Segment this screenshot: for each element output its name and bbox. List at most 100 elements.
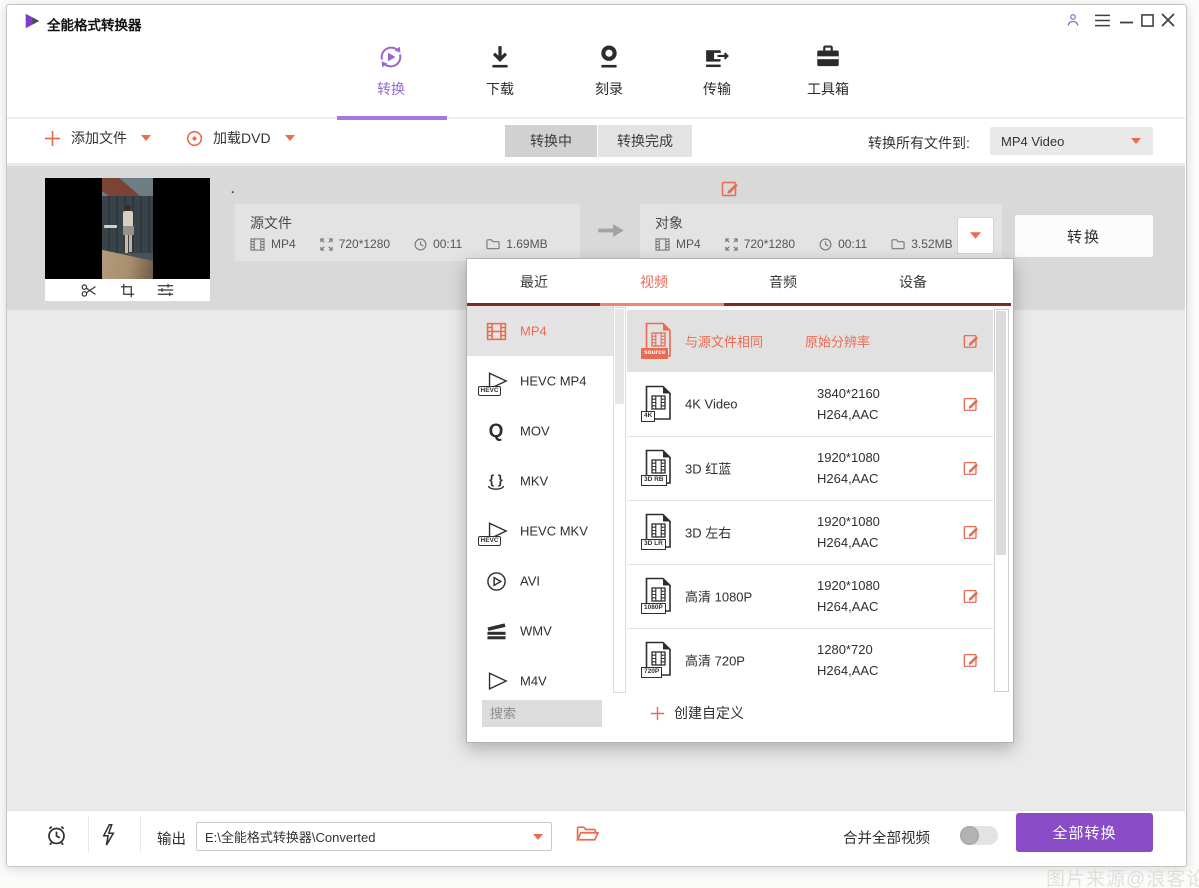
panel-tab-audio[interactable]: 音频 [769, 272, 797, 292]
tab-convert[interactable]: 转换 [375, 42, 407, 99]
open-output-folder-icon[interactable] [576, 825, 599, 843]
source-title: 源文件 [250, 213, 292, 233]
format-item-avi[interactable]: AVI [467, 556, 613, 606]
format-item-label: MP4 [520, 324, 547, 339]
edit-preset-icon[interactable] [963, 524, 980, 541]
panel-tab-device-label: 设备 [899, 274, 927, 290]
format-item-label: MKV [520, 474, 548, 489]
crop-icon[interactable] [120, 283, 135, 298]
format-item-m4v[interactable]: M4V [467, 656, 613, 692]
load-dvd-button[interactable]: 加载DVD [186, 128, 295, 148]
panel-tab-video[interactable]: 视频 [640, 272, 668, 292]
preset-hd-720p[interactable]: 720P 高清 720P 1280*720H264,AAC [627, 628, 993, 692]
toggle-knob [960, 826, 979, 845]
matroska-icon: { } [482, 468, 510, 494]
convert-all-button[interactable]: 全部转换 [1016, 813, 1153, 852]
effects-sliders-icon[interactable] [157, 283, 174, 297]
format-item-hevc-mp4[interactable]: HEVC HEVC MP4 [467, 356, 613, 406]
high-speed-bolt-icon[interactable] [99, 823, 116, 847]
tab-transfer[interactable]: 传输 [703, 42, 731, 99]
preset-codec: H264,AAC [817, 468, 880, 489]
edit-preset-icon[interactable] [963, 588, 980, 605]
menu-icon[interactable] [1093, 13, 1111, 27]
convert-row-button[interactable]: 转换 [1014, 214, 1154, 258]
source-format: MP4 [271, 237, 296, 251]
preset-list-scrollbar[interactable] [994, 309, 1009, 692]
tab-convert-label: 转换 [377, 79, 405, 99]
resolution-icon [725, 238, 738, 251]
thumbnail-image [102, 178, 153, 279]
merge-videos-toggle[interactable] [960, 826, 998, 845]
add-files-button[interactable]: 添加文件 [44, 128, 151, 148]
format-item-label: HEVC MP4 [520, 374, 586, 389]
tab-toolbox-label: 工具箱 [807, 79, 849, 99]
svg-text:{ }: { } [489, 472, 503, 487]
edit-preset-icon[interactable] [963, 460, 980, 477]
format-item-wmv[interactable]: WMV [467, 606, 613, 656]
circle-play-icon [482, 568, 510, 594]
preset-3d-anaglyph[interactable]: 3D RB 3D 红蓝 1920*1080H264,AAC [627, 436, 993, 501]
panel-tab-recent[interactable]: 最近 [520, 272, 548, 292]
edit-preset-icon[interactable] [963, 396, 980, 413]
maximize-button[interactable] [1140, 13, 1154, 27]
caret-down-icon [285, 135, 295, 141]
preset-same-as-source[interactable]: source 与源文件相同 原始分辨率 [627, 310, 993, 372]
target-format-dropdown-button[interactable] [957, 217, 994, 254]
output-path-value: E:\全能格式转换器\Converted [197, 827, 376, 846]
preset-hd-1080p[interactable]: 1080P 高清 1080P 1920*1080H264,AAC [627, 564, 993, 629]
film-icon [655, 238, 670, 251]
edit-preset-icon[interactable] [963, 333, 980, 350]
tab-converting[interactable]: 转换中 [505, 125, 597, 157]
minimize-button[interactable] [1119, 20, 1133, 24]
clock-icon [414, 238, 427, 251]
preset-name: 高清 720P [685, 651, 745, 670]
format-list-scrollbar[interactable] [613, 307, 626, 693]
tab-download-label: 下载 [486, 79, 514, 99]
edit-preset-icon[interactable] [963, 652, 980, 669]
panel-tab-audio-label: 音频 [769, 274, 797, 290]
target-duration: 00:11 [838, 237, 867, 251]
search-input[interactable] [482, 700, 602, 727]
edit-target-icon[interactable] [721, 179, 740, 198]
source-file-icon: source [641, 322, 675, 360]
tab-converted[interactable]: 转换完成 [598, 125, 692, 157]
format-item-mkv[interactable]: { } MKV [467, 456, 613, 506]
format-item-hevc-mkv[interactable]: HEVC HEVC MKV [467, 506, 613, 556]
hevc-badge: HEVC [478, 536, 501, 547]
tab-converted-label: 转换完成 [617, 131, 673, 151]
format-item-label: AVI [520, 574, 540, 589]
preset-name: 4K Video [685, 397, 738, 412]
panel-tab-device[interactable]: 设备 [899, 272, 927, 292]
transfer-icon [703, 42, 731, 72]
video-file-icon: 1080P [641, 577, 675, 615]
tab-toolbox[interactable]: 工具箱 [807, 42, 849, 99]
close-button[interactable] [1160, 12, 1175, 27]
format-list-scrollbar-thumb[interactable] [615, 309, 624, 404]
output-format-value: MP4 Video [990, 134, 1064, 149]
output-format-dropdown[interactable]: MP4 Video [990, 127, 1153, 155]
output-path-dropdown[interactable]: E:\全能格式转换器\Converted [196, 822, 552, 851]
preset-list-scrollbar-thumb[interactable] [996, 311, 1006, 555]
dvd-icon [186, 130, 203, 147]
video-file-icon: 4K [641, 385, 675, 423]
tab-burn[interactable]: 刻录 [595, 42, 623, 99]
schedule-alarm-icon[interactable] [45, 823, 68, 847]
nav-divider [7, 117, 1185, 119]
format-item-mp4[interactable]: MP4 [467, 306, 613, 356]
preset-resolution: 1920*1080 [817, 447, 880, 468]
account-icon[interactable] [1064, 11, 1082, 29]
divider [140, 816, 141, 852]
format-item-label: MOV [520, 424, 550, 439]
video-thumbnail[interactable] [45, 178, 210, 279]
preset-badge: source [641, 348, 668, 360]
film-icon [250, 238, 265, 251]
trim-scissors-icon[interactable] [81, 283, 98, 298]
caret-down-icon [141, 135, 151, 141]
create-custom-button[interactable]: 创建自定义 [650, 703, 744, 723]
preset-4k-video[interactable]: 4K 4K Video 3840*2160H264,AAC [627, 372, 993, 437]
format-item-mov[interactable]: Q MOV [467, 406, 613, 456]
plus-icon [650, 706, 665, 721]
preset-name: 3D 红蓝 [685, 459, 731, 478]
preset-3d-sbs[interactable]: 3D LR 3D 左右 1920*1080H264,AAC [627, 500, 993, 565]
tab-download[interactable]: 下载 [486, 42, 514, 99]
